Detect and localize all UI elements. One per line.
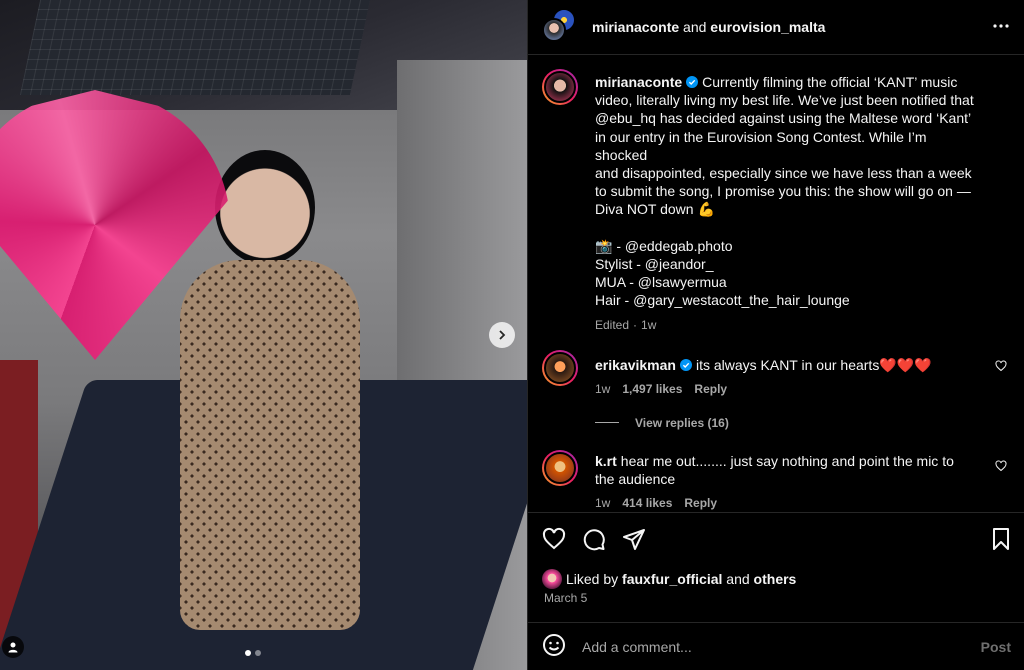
reply-button[interactable]: Reply bbox=[694, 382, 727, 396]
comment-time[interactable]: 1w bbox=[595, 382, 610, 396]
post-actions: Liked by fauxfur_official and others Mar… bbox=[528, 512, 1024, 628]
avatar bbox=[544, 351, 576, 384]
comment-avatar[interactable] bbox=[542, 349, 578, 386]
comment-meta: 1w 414 likes Reply bbox=[595, 496, 975, 510]
heart-icon[interactable] bbox=[995, 460, 1007, 472]
author-link-1[interactable]: mirianaconte bbox=[592, 19, 679, 35]
authors-joiner: and bbox=[683, 19, 707, 35]
carousel-next-button[interactable] bbox=[489, 322, 515, 348]
post-date[interactable]: March 5 bbox=[544, 591, 587, 605]
post-comment-button[interactable]: Post bbox=[981, 639, 1011, 655]
verified-icon bbox=[686, 76, 699, 88]
comment-text: k.rt hear me out........ just say nothing… bbox=[595, 452, 975, 488]
carousel-indicator bbox=[245, 650, 261, 656]
comment-content: its always KANT in our hearts❤️❤️❤️ bbox=[695, 356, 932, 373]
caption-line: @ebu_hq has decided against using the Ma… bbox=[595, 110, 972, 127]
likes-joiner: and bbox=[726, 571, 750, 587]
post-authors: mirianaconte and eurovision_malta bbox=[592, 19, 825, 35]
comment-time[interactable]: 1w bbox=[595, 496, 610, 510]
save-button[interactable] bbox=[989, 527, 1013, 554]
comment-item: k.rt hear me out........ just say nothing… bbox=[542, 449, 1009, 510]
reply-button[interactable]: Reply bbox=[684, 496, 717, 510]
image-person-head bbox=[215, 150, 315, 265]
more-icon bbox=[993, 24, 1009, 28]
replies-divider bbox=[595, 422, 619, 424]
more-options-button[interactable] bbox=[991, 16, 1011, 36]
caption-line: video, literally living my best life. We… bbox=[595, 92, 974, 109]
caption-line: mirianaconte Currently filming the offici… bbox=[595, 73, 975, 91]
author-link-2[interactable]: eurovision_malta bbox=[710, 19, 825, 35]
image-person-body bbox=[180, 260, 360, 630]
image-light-panel bbox=[19, 0, 371, 95]
avatar bbox=[542, 18, 566, 42]
caption-line-text: Currently filming the official ‘KANT’ mu… bbox=[702, 74, 958, 90]
instagram-post: mirianaconte and eurovision_malta mirian… bbox=[0, 0, 1024, 670]
user-tag-button[interactable] bbox=[2, 636, 24, 658]
avatar bbox=[544, 71, 576, 103]
caption: mirianaconte Currently filming the offici… bbox=[542, 69, 1009, 332]
comment-icon[interactable] bbox=[582, 527, 606, 551]
comment-text: erikavikman its always KANT in our hearts… bbox=[595, 356, 975, 374]
verified-icon bbox=[679, 358, 692, 371]
carousel-dot-active bbox=[245, 650, 251, 656]
comment-username[interactable]: k.rt bbox=[595, 453, 617, 469]
share-icon[interactable] bbox=[622, 527, 646, 551]
view-replies-label: View replies (16) bbox=[635, 415, 729, 430]
caption-body: mirianaconte Currently filming the offici… bbox=[595, 73, 975, 332]
comments-section[interactable]: mirianaconte Currently filming the offici… bbox=[528, 55, 1024, 512]
liked-by-user[interactable]: fauxfur_official bbox=[622, 571, 722, 587]
chevron-right-icon bbox=[499, 330, 506, 340]
comment-item: erikavikman its always KANT in our hearts… bbox=[542, 349, 1009, 396]
carousel-dot bbox=[255, 650, 261, 656]
liked-by-others[interactable]: others bbox=[754, 571, 797, 587]
post-side-panel: mirianaconte and eurovision_malta mirian… bbox=[527, 0, 1024, 670]
bookmark-icon bbox=[993, 528, 1009, 550]
likes-prefix: Liked by bbox=[566, 571, 619, 587]
caption-username[interactable]: mirianaconte bbox=[595, 74, 682, 90]
comment-content: hear me out........ just say nothing and… bbox=[595, 452, 954, 488]
caption-line: Stylist - @jeandor_ bbox=[595, 256, 714, 273]
caption-text: mirianaconte Currently filming the offici… bbox=[595, 73, 975, 310]
comment-avatar[interactable] bbox=[542, 449, 578, 486]
action-buttons bbox=[542, 527, 646, 551]
caption-meta: Edited · 1w bbox=[595, 318, 975, 332]
likes-summary: Liked by fauxfur_official and others bbox=[542, 569, 796, 589]
caption-line: 📸 - @eddegab.photo bbox=[595, 237, 733, 254]
caption-line: MUA - @lsawyermua bbox=[595, 274, 727, 291]
emoji-icon bbox=[543, 634, 565, 656]
comment-meta: 1w 1,497 likes Reply bbox=[595, 382, 975, 396]
meta-separator: · bbox=[633, 317, 638, 332]
edited-label: Edited bbox=[595, 317, 630, 332]
collab-avatars[interactable] bbox=[542, 8, 576, 44]
caption-line: Diva NOT down 💪 bbox=[595, 201, 715, 218]
view-replies-button[interactable]: View replies (16) bbox=[595, 416, 1009, 430]
heart-icon[interactable] bbox=[542, 527, 566, 551]
caption-line: and disappointed, especially since we ha… bbox=[595, 165, 972, 182]
caption-line: to submit the song, I promise you this: … bbox=[595, 183, 971, 200]
avatar bbox=[544, 451, 576, 484]
post-image bbox=[0, 0, 527, 670]
heart-icon[interactable] bbox=[995, 360, 1007, 372]
emoji-button[interactable] bbox=[542, 633, 566, 660]
post-header: mirianaconte and eurovision_malta bbox=[528, 0, 1024, 55]
avatar bbox=[542, 569, 562, 589]
comment-username[interactable]: erikavikman bbox=[595, 357, 676, 373]
comment-likes[interactable]: 1,497 likes bbox=[622, 382, 682, 396]
user-tag-icon bbox=[8, 642, 18, 653]
caption-avatar[interactable] bbox=[542, 69, 578, 105]
comment-input[interactable] bbox=[582, 638, 981, 655]
caption-line: Hair - @gary_westacott_the_hair_lounge bbox=[595, 292, 850, 309]
add-comment-bar: Post bbox=[528, 622, 1024, 670]
caption-time[interactable]: 1w bbox=[641, 318, 656, 332]
comment-likes[interactable]: 414 likes bbox=[622, 496, 672, 510]
comment-body: erikavikman its always KANT in our hearts… bbox=[595, 356, 975, 396]
caption-line: in our entry in the Eurovision Song Cont… bbox=[595, 128, 927, 163]
comment-body: k.rt hear me out........ just say nothing… bbox=[595, 452, 975, 510]
